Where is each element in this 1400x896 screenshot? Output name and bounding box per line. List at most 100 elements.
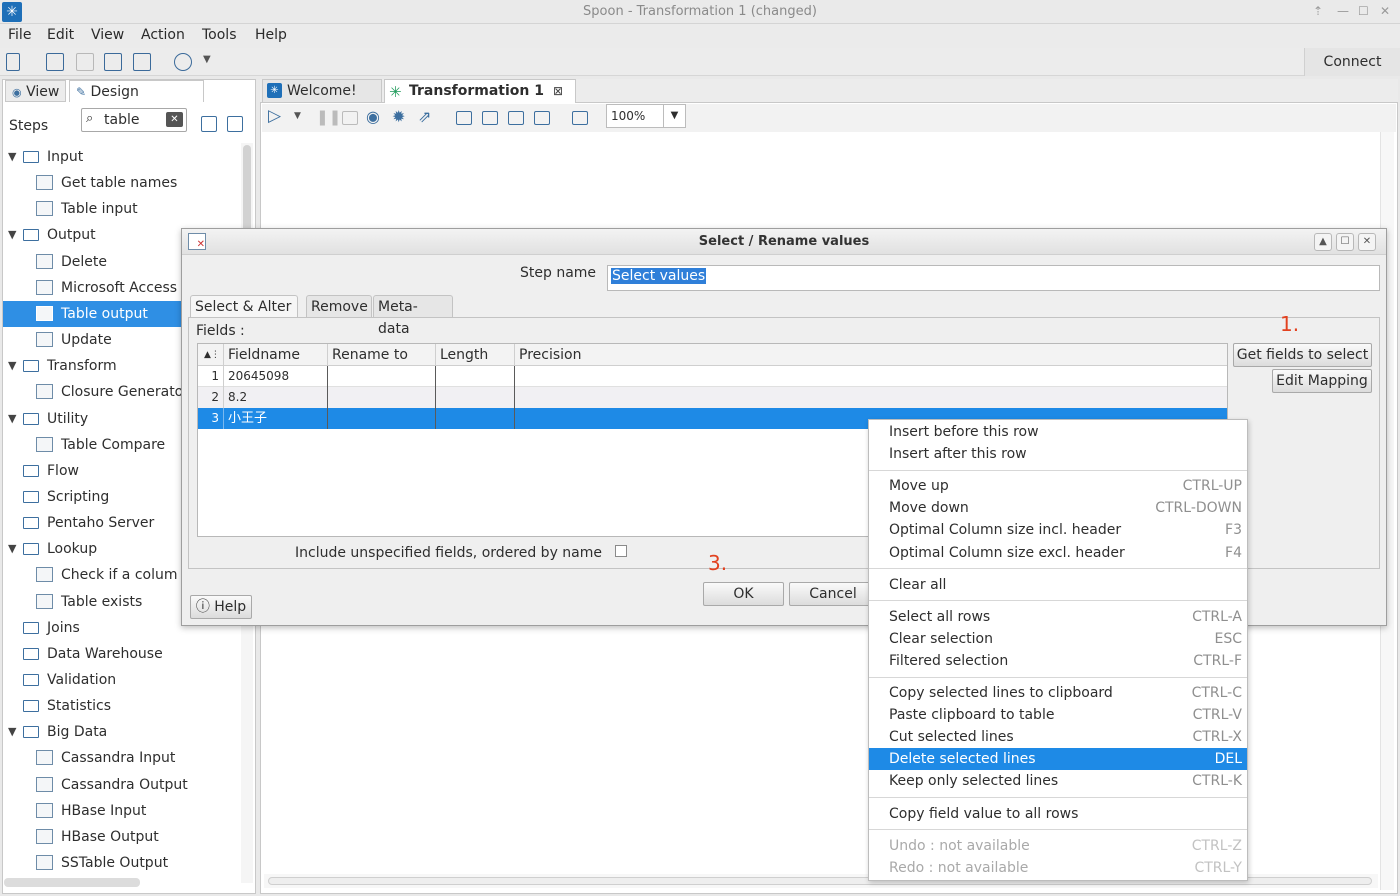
column-length[interactable]: Length: [436, 344, 515, 366]
tree-step[interactable]: Cassandra Input: [3, 745, 239, 771]
context-menu-item[interactable]: Copy field value to all rows: [869, 803, 1247, 825]
new-file-icon[interactable]: [6, 53, 20, 71]
expand-arrow-icon[interactable]: ▼: [8, 144, 16, 170]
minimize-icon[interactable]: —: [1337, 4, 1349, 18]
steps-search-input[interactable]: ⌕ table ✕: [81, 108, 187, 132]
tab-design[interactable]: ✎ Design: [69, 80, 204, 102]
close-icon[interactable]: ✕: [1380, 4, 1390, 18]
maximize-up-icon[interactable]: ⇡: [1313, 4, 1323, 18]
verify-icon[interactable]: [456, 111, 472, 125]
expand-all-icon[interactable]: [227, 116, 243, 132]
explore-repository-icon[interactable]: [76, 53, 94, 71]
context-menu-item[interactable]: Filtered selection CTRL-F: [869, 650, 1247, 672]
impact-icon[interactable]: [482, 111, 498, 125]
zoom-dropdown-icon[interactable]: ▼: [663, 105, 685, 127]
tree-folder[interactable]: Statistics: [3, 693, 239, 719]
column-rename-to[interactable]: Rename to: [328, 344, 436, 366]
save-icon[interactable]: [104, 53, 122, 71]
context-menu-item[interactable]: Paste clipboard to table CTRL-V: [869, 704, 1247, 726]
length-cell[interactable]: [436, 366, 515, 387]
tree-step[interactable]: HBase Output: [3, 824, 239, 850]
expand-arrow-icon[interactable]: ▼: [8, 719, 16, 745]
replay-icon[interactable]: ⇗: [418, 107, 431, 126]
tree-folder[interactable]: ▼ Input: [3, 144, 239, 170]
tree-folder[interactable]: Data Warehouse: [3, 641, 239, 667]
dialog-close-icon[interactable]: ✕: [1358, 233, 1376, 251]
tree-folder[interactable]: ▼ Big Data: [3, 719, 239, 745]
sql-icon[interactable]: [508, 111, 524, 125]
connect-button[interactable]: Connect: [1304, 48, 1400, 76]
context-menu-item[interactable]: Cut selected lines CTRL-X: [869, 726, 1247, 748]
layers-icon[interactable]: [174, 53, 192, 71]
show-results-icon[interactable]: [572, 111, 588, 125]
save-as-icon[interactable]: [133, 53, 151, 71]
context-menu-item[interactable]: Clear all: [869, 574, 1247, 596]
expand-arrow-icon[interactable]: ▼: [8, 536, 16, 562]
expand-arrow-icon[interactable]: ▼: [8, 406, 16, 432]
zoom-select[interactable]: 100% ▼: [606, 104, 686, 128]
context-menu-item[interactable]: Move up CTRL-UP: [869, 475, 1247, 497]
expand-arrow-icon[interactable]: ▼: [8, 353, 16, 379]
context-menu-item[interactable]: Move down CTRL-DOWN: [869, 497, 1247, 519]
menu-help[interactable]: Help: [255, 27, 287, 43]
context-menu-item[interactable]: Copy selected lines to clipboard CTRL-C: [869, 682, 1247, 704]
length-cell[interactable]: [436, 408, 515, 429]
context-menu-item[interactable]: Optimal Column size incl. header F3: [869, 519, 1247, 541]
get-fields-button[interactable]: Get fields to select: [1233, 343, 1372, 367]
tab-meta-data[interactable]: Meta-data: [373, 295, 453, 337]
tab-transformation[interactable]: ✳ Transformation 1 ⊠: [384, 79, 576, 103]
edit-mapping-button[interactable]: Edit Mapping: [1272, 369, 1372, 393]
tab-view[interactable]: ◉ View: [5, 80, 67, 102]
length-cell[interactable]: [436, 387, 515, 408]
collapse-all-icon[interactable]: [201, 116, 217, 132]
dialog-maximize-icon[interactable]: ☐: [1336, 233, 1354, 251]
tab-remove[interactable]: Remove: [306, 295, 372, 317]
rename-cell[interactable]: [328, 366, 436, 387]
tree-step[interactable]: Get table names: [3, 170, 239, 196]
tree-folder[interactable]: Validation: [3, 667, 239, 693]
context-menu-item[interactable]: Insert after this row: [869, 443, 1247, 465]
close-tab-icon[interactable]: ⊠: [553, 80, 563, 102]
tree-step[interactable]: Cassandra Output: [3, 772, 239, 798]
ok-button[interactable]: OK: [703, 582, 784, 606]
step-name-input[interactable]: Select values: [607, 265, 1380, 291]
open-folder-icon[interactable]: [46, 53, 64, 71]
context-menu-item[interactable]: Delete selected lines DEL: [869, 748, 1247, 771]
include-unspecified-checkbox[interactable]: [615, 545, 627, 557]
sort-icon[interactable]: ▲⋮: [198, 344, 224, 366]
run-dropdown-icon[interactable]: ▼: [294, 111, 301, 121]
context-menu-item[interactable]: Optimal Column size excl. header F4: [869, 542, 1247, 564]
context-menu-item[interactable]: Select all rows CTRL-A: [869, 606, 1247, 628]
table-row[interactable]: 1 20645098: [198, 366, 1227, 387]
preview-icon[interactable]: ◉: [366, 107, 380, 126]
rename-cell[interactable]: [328, 387, 436, 408]
menu-action[interactable]: Action: [141, 27, 185, 43]
context-menu-item[interactable]: Insert before this row: [869, 421, 1247, 443]
tree-horizontal-scrollbar[interactable]: [4, 878, 140, 887]
menu-file[interactable]: File: [8, 27, 31, 43]
run-icon[interactable]: ▷: [268, 106, 281, 126]
column-precision[interactable]: Precision: [515, 344, 1227, 366]
tree-step[interactable]: Table input: [3, 196, 239, 222]
rename-cell[interactable]: [328, 408, 436, 429]
help-button[interactable]: ⓘ Help: [190, 595, 252, 619]
context-menu-item[interactable]: Keep only selected lines CTRL-K: [869, 770, 1247, 792]
debug-icon[interactable]: ✹: [392, 107, 405, 126]
tab-welcome[interactable]: ✳ Welcome!: [262, 79, 382, 103]
menu-tools[interactable]: Tools: [202, 27, 237, 43]
menu-view[interactable]: View: [91, 27, 124, 43]
maximize-icon[interactable]: ☐: [1358, 4, 1369, 18]
column-fieldname[interactable]: Fieldname: [224, 344, 328, 366]
expand-arrow-icon[interactable]: ▼: [8, 222, 16, 248]
explore-db-icon[interactable]: [534, 111, 550, 125]
dialog-up-icon[interactable]: ▲: [1314, 233, 1332, 251]
tree-step[interactable]: SSTable Output: [3, 850, 239, 876]
layers-dropdown-icon[interactable]: ▼: [203, 54, 211, 65]
clear-search-icon[interactable]: ✕: [166, 112, 183, 127]
cancel-button[interactable]: Cancel: [789, 582, 877, 606]
context-menu-item[interactable]: Clear selection ESC: [869, 628, 1247, 650]
tree-step[interactable]: HBase Input: [3, 798, 239, 824]
table-row[interactable]: 2 8.2: [198, 387, 1227, 408]
menu-edit[interactable]: Edit: [47, 27, 74, 43]
tab-select-alter[interactable]: Select & Alter: [190, 295, 298, 317]
